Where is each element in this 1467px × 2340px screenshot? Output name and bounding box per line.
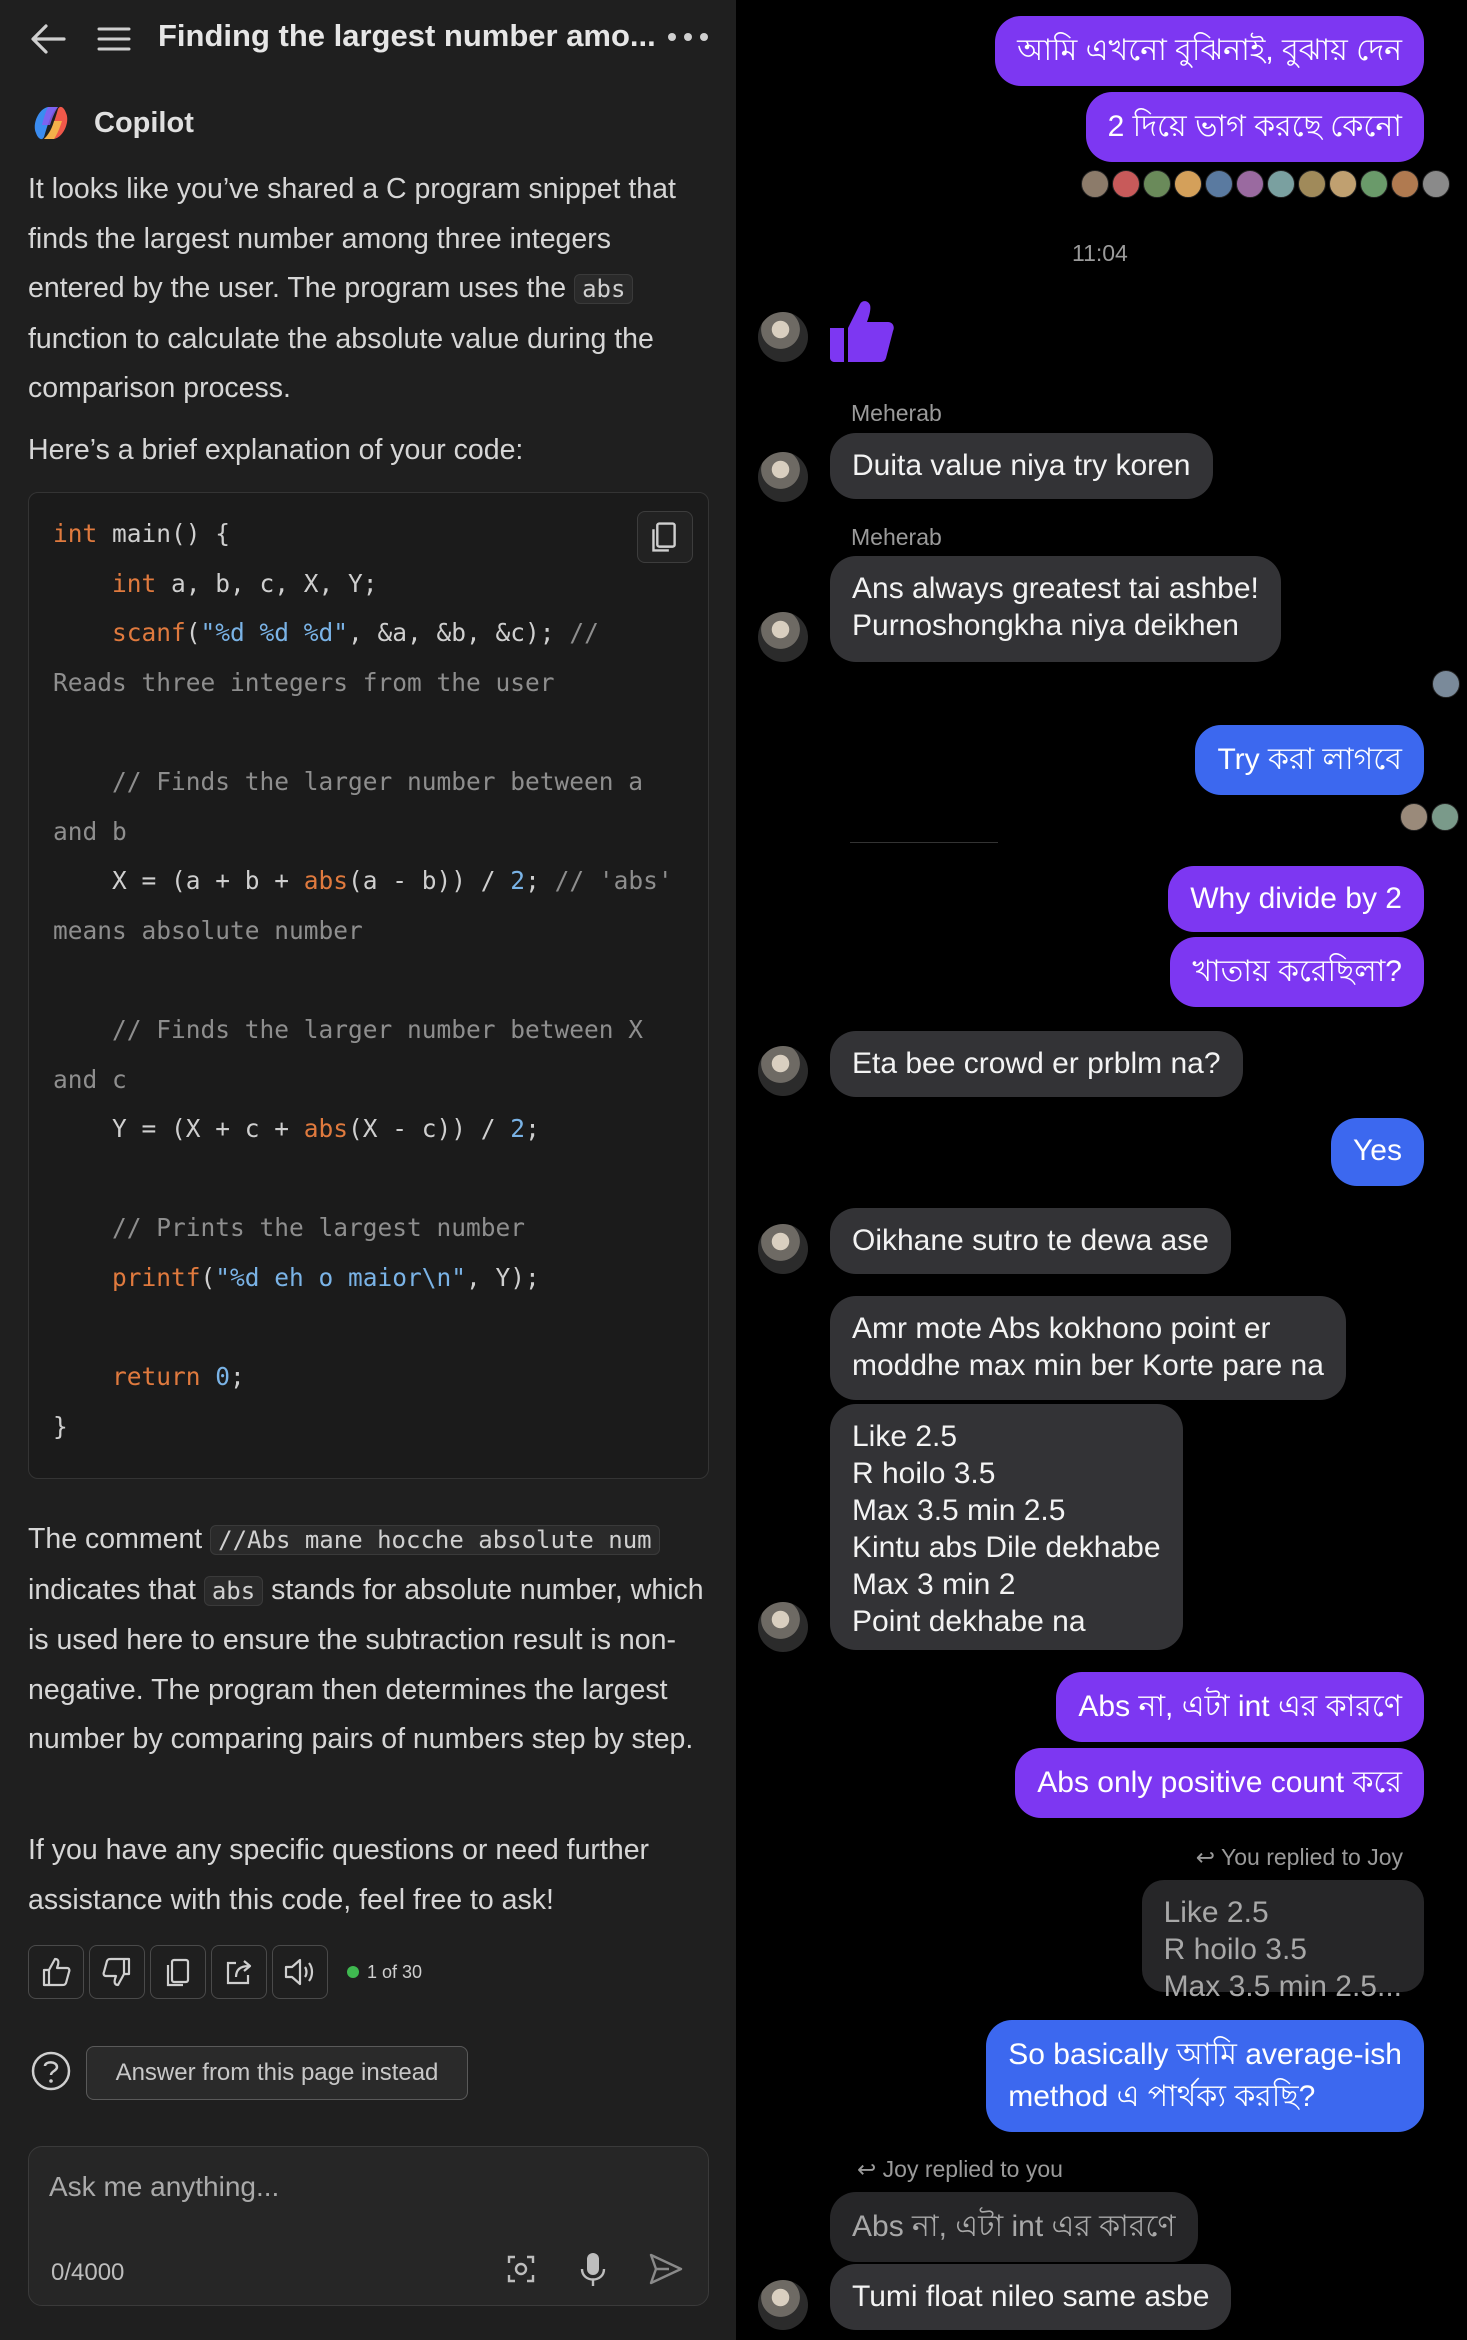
- thumbs-down-button[interactable]: [89, 1945, 145, 1999]
- thumbs-up-button[interactable]: [28, 1945, 84, 1999]
- read-aloud-button[interactable]: [272, 1945, 328, 1999]
- share-button[interactable]: [211, 1945, 267, 1999]
- closing-paragraph: If you have any specific questions or ne…: [28, 1834, 650, 1916]
- avatar[interactable]: [758, 452, 808, 502]
- copy-response-button[interactable]: [150, 1945, 206, 1999]
- hamburger-icon[interactable]: [96, 24, 132, 54]
- seen-avatar: [1236, 170, 1264, 198]
- their-message[interactable]: Eta bee crowd er prblm na?: [830, 1031, 1243, 1097]
- seen-avatar: [1329, 170, 1357, 198]
- copilot-header: Finding the largest number amo...: [0, 0, 736, 78]
- avatar[interactable]: [758, 612, 808, 662]
- their-message[interactable]: Like 2.5 R hoilo 3.5 Max 3.5 min 2.5 Kintu …: [830, 1404, 1183, 1650]
- avatar[interactable]: [758, 1602, 808, 1652]
- seen-avatar: [1267, 170, 1295, 198]
- avatar[interactable]: [758, 1224, 808, 1274]
- share-icon: [226, 1960, 252, 1985]
- seen-avatar: [1298, 170, 1326, 198]
- avatar[interactable]: [758, 312, 808, 362]
- seen-avatar: [1081, 170, 1109, 198]
- avatar[interactable]: [758, 1046, 808, 1096]
- seen-avatar: [1143, 170, 1171, 198]
- reply-label: ↩ You replied to Joy: [1195, 1844, 1403, 1870]
- my-message[interactable]: Why divide by 2: [1168, 866, 1424, 932]
- seen-avatar: [1432, 670, 1460, 698]
- seen-avatar: [1391, 170, 1419, 198]
- screenshot-icon[interactable]: [499, 2247, 543, 2291]
- my-message[interactable]: Abs না, এটা int এর কারণে: [1056, 1672, 1424, 1742]
- intro-paragraph: It looks like you’ve shared a C program …: [28, 173, 676, 404]
- my-message[interactable]: আমি এখনো বুঝিনাই, বুঝায় দেন: [995, 16, 1424, 86]
- intro-paragraph-2: Here’s a brief explanation of your code:: [28, 434, 524, 466]
- thumbs-up-icon: [830, 301, 894, 362]
- microphone-icon[interactable]: [571, 2247, 615, 2291]
- reply-label: ↩ Joy replied to you: [857, 2156, 1063, 2182]
- more-horizontal-icon[interactable]: [666, 30, 710, 44]
- timestamp: 11:04: [1072, 240, 1128, 266]
- copy-icon: [166, 1958, 190, 1987]
- explanation-paragraph: The comment //Abs mane hocche absolute n…: [28, 1523, 704, 1755]
- seen-avatar: [1112, 170, 1140, 198]
- code-text: int main() { int a, b, c, X, Y; scanf("%…: [53, 519, 673, 1441]
- copilot-logo-icon: [34, 106, 68, 140]
- my-message[interactable]: Abs only positive count করে: [1015, 1748, 1424, 1818]
- conversation-title: Finding the largest number amo...: [158, 18, 656, 53]
- copilot-name: Copilot: [94, 106, 194, 139]
- their-message[interactable]: Ans always greatest tai ashbe! Purnoshong…: [830, 556, 1281, 662]
- seen-avatar: [1360, 170, 1388, 198]
- sender-name: Meherab: [851, 400, 942, 426]
- seen-avatar: [1422, 170, 1450, 198]
- my-message[interactable]: 2 দিয়ে ভাগ করছে কেনো: [1085, 92, 1424, 162]
- send-icon[interactable]: [643, 2247, 687, 2291]
- arrow-left-icon[interactable]: [28, 22, 68, 56]
- speaker-icon: [284, 1958, 314, 1986]
- my-message[interactable]: খাতায় করেছিলা?: [1170, 937, 1424, 1007]
- response-actions: 1 of 30: [28, 1945, 422, 1999]
- their-message[interactable]: Tumi float nileo same asbe: [830, 2264, 1232, 2330]
- divider: [850, 842, 998, 843]
- help-circle-icon[interactable]: [30, 2050, 72, 2092]
- status-dot: [347, 1966, 359, 1978]
- answer-from-page-button[interactable]: Answer from this page instead: [86, 2046, 468, 2100]
- thumbs-down-icon: [102, 1957, 131, 1987]
- quoted-message[interactable]: Abs না, এটা int এর কারণে: [830, 2192, 1198, 2262]
- chat-input-box: 0/4000: [28, 2146, 709, 2306]
- my-message[interactable]: Yes: [1331, 1118, 1424, 1186]
- copilot-brand: Copilot: [28, 103, 194, 143]
- thumbs-up-icon: [42, 1957, 71, 1987]
- my-message[interactable]: Try করা লাগবে: [1195, 725, 1424, 795]
- inline-code: abs: [574, 274, 634, 304]
- quoted-message[interactable]: Like 2.5 R hoilo 3.5 Max 3.5 min 2.5...: [1141, 1880, 1424, 2003]
- their-message[interactable]: Duita value niya try koren: [830, 433, 1213, 499]
- my-message[interactable]: So basically আমি average-ish method এ পার…: [986, 2020, 1424, 2132]
- inline-code: //Abs mane hocche absolute num: [210, 1525, 660, 1555]
- their-message[interactable]: Amr mote Abs kokhono point er moddhe max …: [830, 1296, 1346, 1400]
- seen-avatar: [1431, 803, 1459, 831]
- copilot-panel: Finding the largest number amo... Copilo…: [0, 0, 736, 2340]
- response-counter: 1 of 30: [347, 1962, 422, 1983]
- char-counter: 0/4000: [51, 2259, 125, 2286]
- sender-name: Meherab: [851, 524, 942, 550]
- avatar[interactable]: [758, 2280, 808, 2330]
- their-message[interactable]: Oikhane sutro te dewa ase: [830, 1208, 1231, 1274]
- ask-input[interactable]: [49, 2165, 649, 2209]
- seen-avatar: [1400, 803, 1428, 831]
- seen-avatar: [1205, 170, 1233, 198]
- inline-code: abs: [203, 1575, 264, 1606]
- code-block: int main() { int a, b, c, X, Y; scanf("%…: [28, 492, 709, 1479]
- seen-avatar: [1174, 170, 1202, 198]
